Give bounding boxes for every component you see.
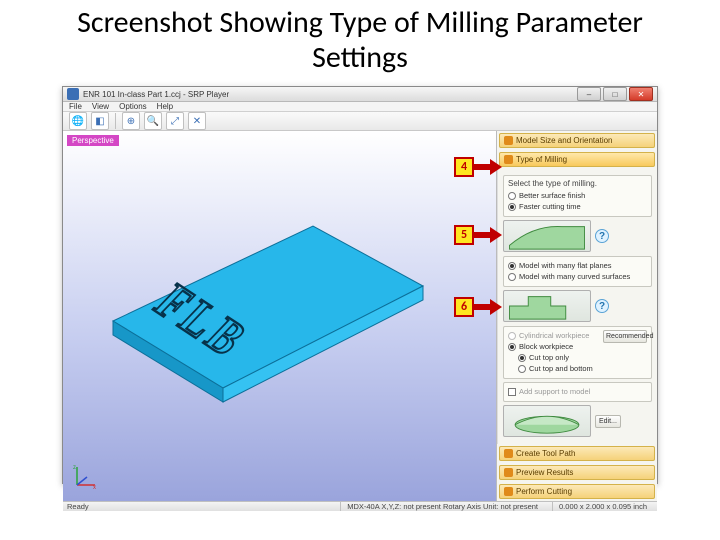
svg-text:z: z — [73, 465, 76, 471]
check-add-support[interactable]: Add support to model — [508, 386, 647, 397]
radio-cylindrical[interactable]: Cylindrical workpiece — [508, 330, 600, 341]
step-icon — [504, 155, 513, 164]
menu-help[interactable]: Help — [157, 102, 173, 111]
radio-cut-top[interactable]: Cut top only — [518, 352, 600, 363]
cube-icon[interactable]: ◧ — [91, 112, 109, 130]
recommended-button[interactable]: Recommended — [603, 330, 647, 343]
minimize-button[interactable]: – — [577, 87, 601, 101]
step-icon — [504, 487, 513, 496]
group-milling-type: Select the type of milling. Better surfa… — [503, 175, 652, 217]
help-icon[interactable]: ? — [595, 299, 609, 313]
radio-faster-time[interactable]: Faster cutting time — [508, 201, 647, 212]
panel-header-size[interactable]: Model Size and Orientation — [499, 133, 655, 148]
app-icon — [67, 88, 79, 100]
group-model-shape: Model with many flat planes Model with m… — [503, 256, 652, 287]
panel-body-milling: Select the type of milling. Better surfa… — [497, 169, 657, 444]
status-device: MDX-40A X,Y,Z: not present Rotary Axis U… — [340, 502, 544, 511]
panel-header-toolpath[interactable]: Create Tool Path — [499, 446, 655, 461]
step-icon — [504, 449, 513, 458]
zoom-in-icon[interactable]: ⊕ — [122, 112, 140, 130]
shrink-icon[interactable]: ✕ — [188, 112, 206, 130]
preview-shape — [503, 290, 591, 322]
panel-header-preview[interactable]: Preview Results — [499, 465, 655, 480]
expand-icon[interactable]: ⤢ — [166, 112, 184, 130]
radio-cut-top-bottom[interactable]: Cut top and bottom — [518, 363, 600, 374]
side-panel: Model Size and Orientation Type of Milli… — [497, 131, 657, 501]
slide-title: Screenshot Showing Type of Milling Param… — [0, 0, 720, 77]
toolbar: 🌐 ◧ ⊕ 🔍 ⤢ ✕ — [63, 112, 657, 131]
step-icon — [504, 136, 513, 145]
panel-header-perform[interactable]: Perform Cutting — [499, 484, 655, 499]
help-icon[interactable]: ? — [595, 229, 609, 243]
panel-header-milling[interactable]: Type of Milling — [499, 152, 655, 167]
radio-curved-surfaces[interactable]: Model with many curved surfaces — [508, 271, 647, 282]
model-3d: FLB — [103, 216, 433, 416]
preview-finish — [503, 220, 591, 252]
menu-view[interactable]: View — [92, 102, 109, 111]
radio-flat-planes[interactable]: Model with many flat planes — [508, 260, 647, 271]
viewport-label: Perspective — [67, 135, 119, 146]
group-title: Select the type of milling. — [508, 179, 647, 188]
radio-block[interactable]: Block workpiece — [508, 341, 600, 352]
status-dimensions: 0.000 x 2.000 x 0.095 inch — [552, 502, 653, 511]
preview-cut — [503, 405, 591, 437]
group-support: Add support to model — [503, 382, 652, 402]
titlebar: ENR 101 In-class Part 1.ccj - SRP Player… — [63, 87, 657, 102]
statusbar: Ready MDX-40A X,Y,Z: not present Rotary … — [63, 501, 657, 511]
globe-icon[interactable]: 🌐 — [69, 112, 87, 130]
status-ready: Ready — [67, 502, 89, 511]
viewport[interactable]: Perspective FLB z x — [63, 131, 497, 501]
menubar: File View Options Help — [63, 102, 657, 112]
svg-text:x: x — [93, 485, 96, 491]
radio-better-finish[interactable]: Better surface finish — [508, 190, 647, 201]
axis-gizmo: z x — [71, 463, 99, 491]
workspace: Perspective FLB z x — [63, 131, 657, 501]
menu-file[interactable]: File — [69, 102, 82, 111]
zoom-fit-icon[interactable]: 🔍 — [144, 112, 162, 130]
app-window: ENR 101 In-class Part 1.ccj - SRP Player… — [62, 86, 658, 484]
menu-options[interactable]: Options — [119, 102, 147, 111]
window-title: ENR 101 In-class Part 1.ccj - SRP Player — [83, 90, 229, 99]
edit-button[interactable]: Edit... — [595, 415, 621, 428]
group-workpiece: Cylindrical workpiece Block workpiece Cu… — [503, 326, 652, 379]
step-icon — [504, 468, 513, 477]
close-button[interactable]: ✕ — [629, 87, 653, 101]
maximize-button[interactable]: □ — [603, 87, 627, 101]
